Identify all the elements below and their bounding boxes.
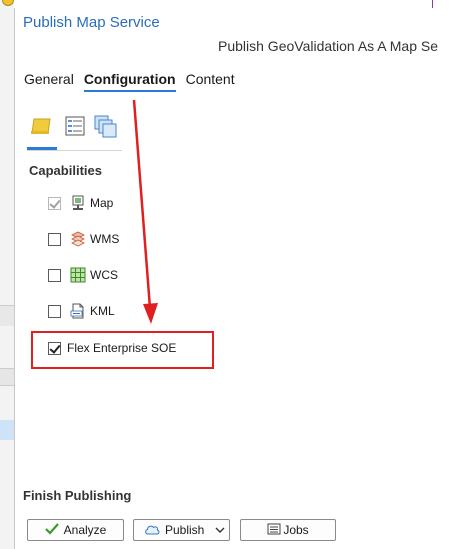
configuration-subtabs [27, 114, 122, 151]
map-service-icon [70, 195, 86, 211]
publish-button[interactable]: Publish [133, 519, 230, 541]
analyze-label: Analyze [63, 523, 107, 537]
capabilities-heading: Capabilities [29, 163, 102, 178]
tab-general[interactable]: General [24, 71, 74, 92]
background-app-strip [0, 0, 14, 549]
wms-label: WMS [90, 232, 120, 246]
kml-checkbox[interactable] [48, 304, 61, 318]
checkmark-icon [44, 522, 59, 538]
properties-icon[interactable] [63, 114, 87, 138]
analyze-button[interactable]: Analyze [27, 519, 124, 541]
pane-title: Publish Map Service [23, 14, 160, 31]
pane-subtitle: Publish GeoValidation As A Map Se [218, 38, 438, 54]
publish-label: Publish [165, 523, 205, 537]
map-checkbox[interactable] [48, 196, 61, 210]
wcs-label: WCS [90, 268, 118, 282]
wms-checkbox[interactable] [48, 232, 61, 246]
tab-content[interactable]: Content [186, 71, 235, 92]
cloud-icon [144, 523, 160, 538]
finish-publishing-heading: Finish Publishing [23, 488, 132, 503]
wcs-icon [70, 267, 86, 283]
folder-icon[interactable] [29, 114, 53, 138]
wms-icon [70, 231, 86, 247]
publish-pane: Publish Map Service Publish GeoValidatio… [14, 8, 451, 549]
capability-wms: WMS [48, 230, 119, 248]
jobs-list-icon [267, 523, 281, 538]
wcs-checkbox[interactable] [48, 268, 61, 282]
map-label: Map [90, 196, 114, 210]
capability-map: Map [48, 194, 113, 212]
tab-bar: General Configuration Content [24, 71, 235, 92]
jobs-label: Jobs [283, 523, 309, 537]
subtab-divider [27, 150, 122, 151]
chevron-down-icon[interactable] [215, 524, 225, 539]
capability-wcs: WCS [48, 266, 118, 284]
tab-configuration[interactable]: Configuration [83, 71, 176, 92]
annotation-highlight-box [31, 331, 214, 369]
kml-label: KML [90, 304, 115, 318]
jobs-button[interactable]: Jobs [240, 519, 336, 541]
capability-kml: KML [48, 302, 115, 320]
layers-icon[interactable] [93, 114, 117, 138]
kml-icon [70, 303, 86, 319]
